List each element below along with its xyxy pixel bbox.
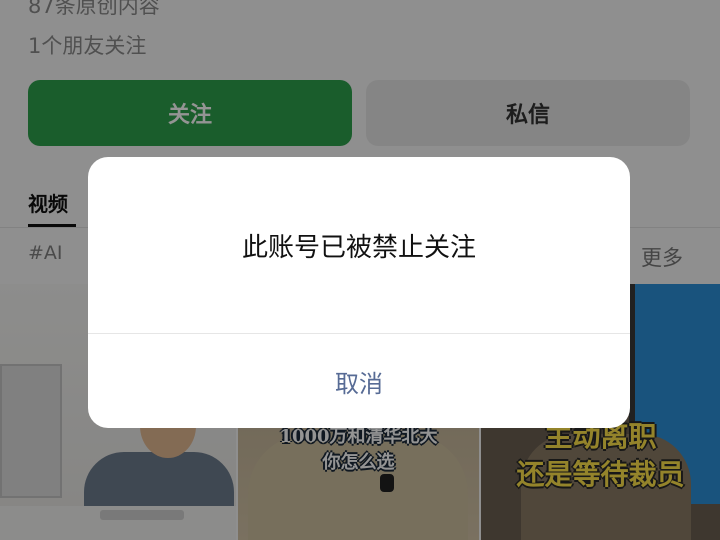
dialog-message: 此账号已被禁止关注 bbox=[241, 232, 476, 263]
profile-screen: 87条原创内容 1个朋友关注 关注 私信 视频 #AI 更多 1000万和清华北… bbox=[0, 0, 720, 540]
cancel-button[interactable]: 取消 bbox=[88, 334, 630, 428]
alert-dialog: 此账号已被禁止关注 取消 bbox=[88, 157, 630, 428]
